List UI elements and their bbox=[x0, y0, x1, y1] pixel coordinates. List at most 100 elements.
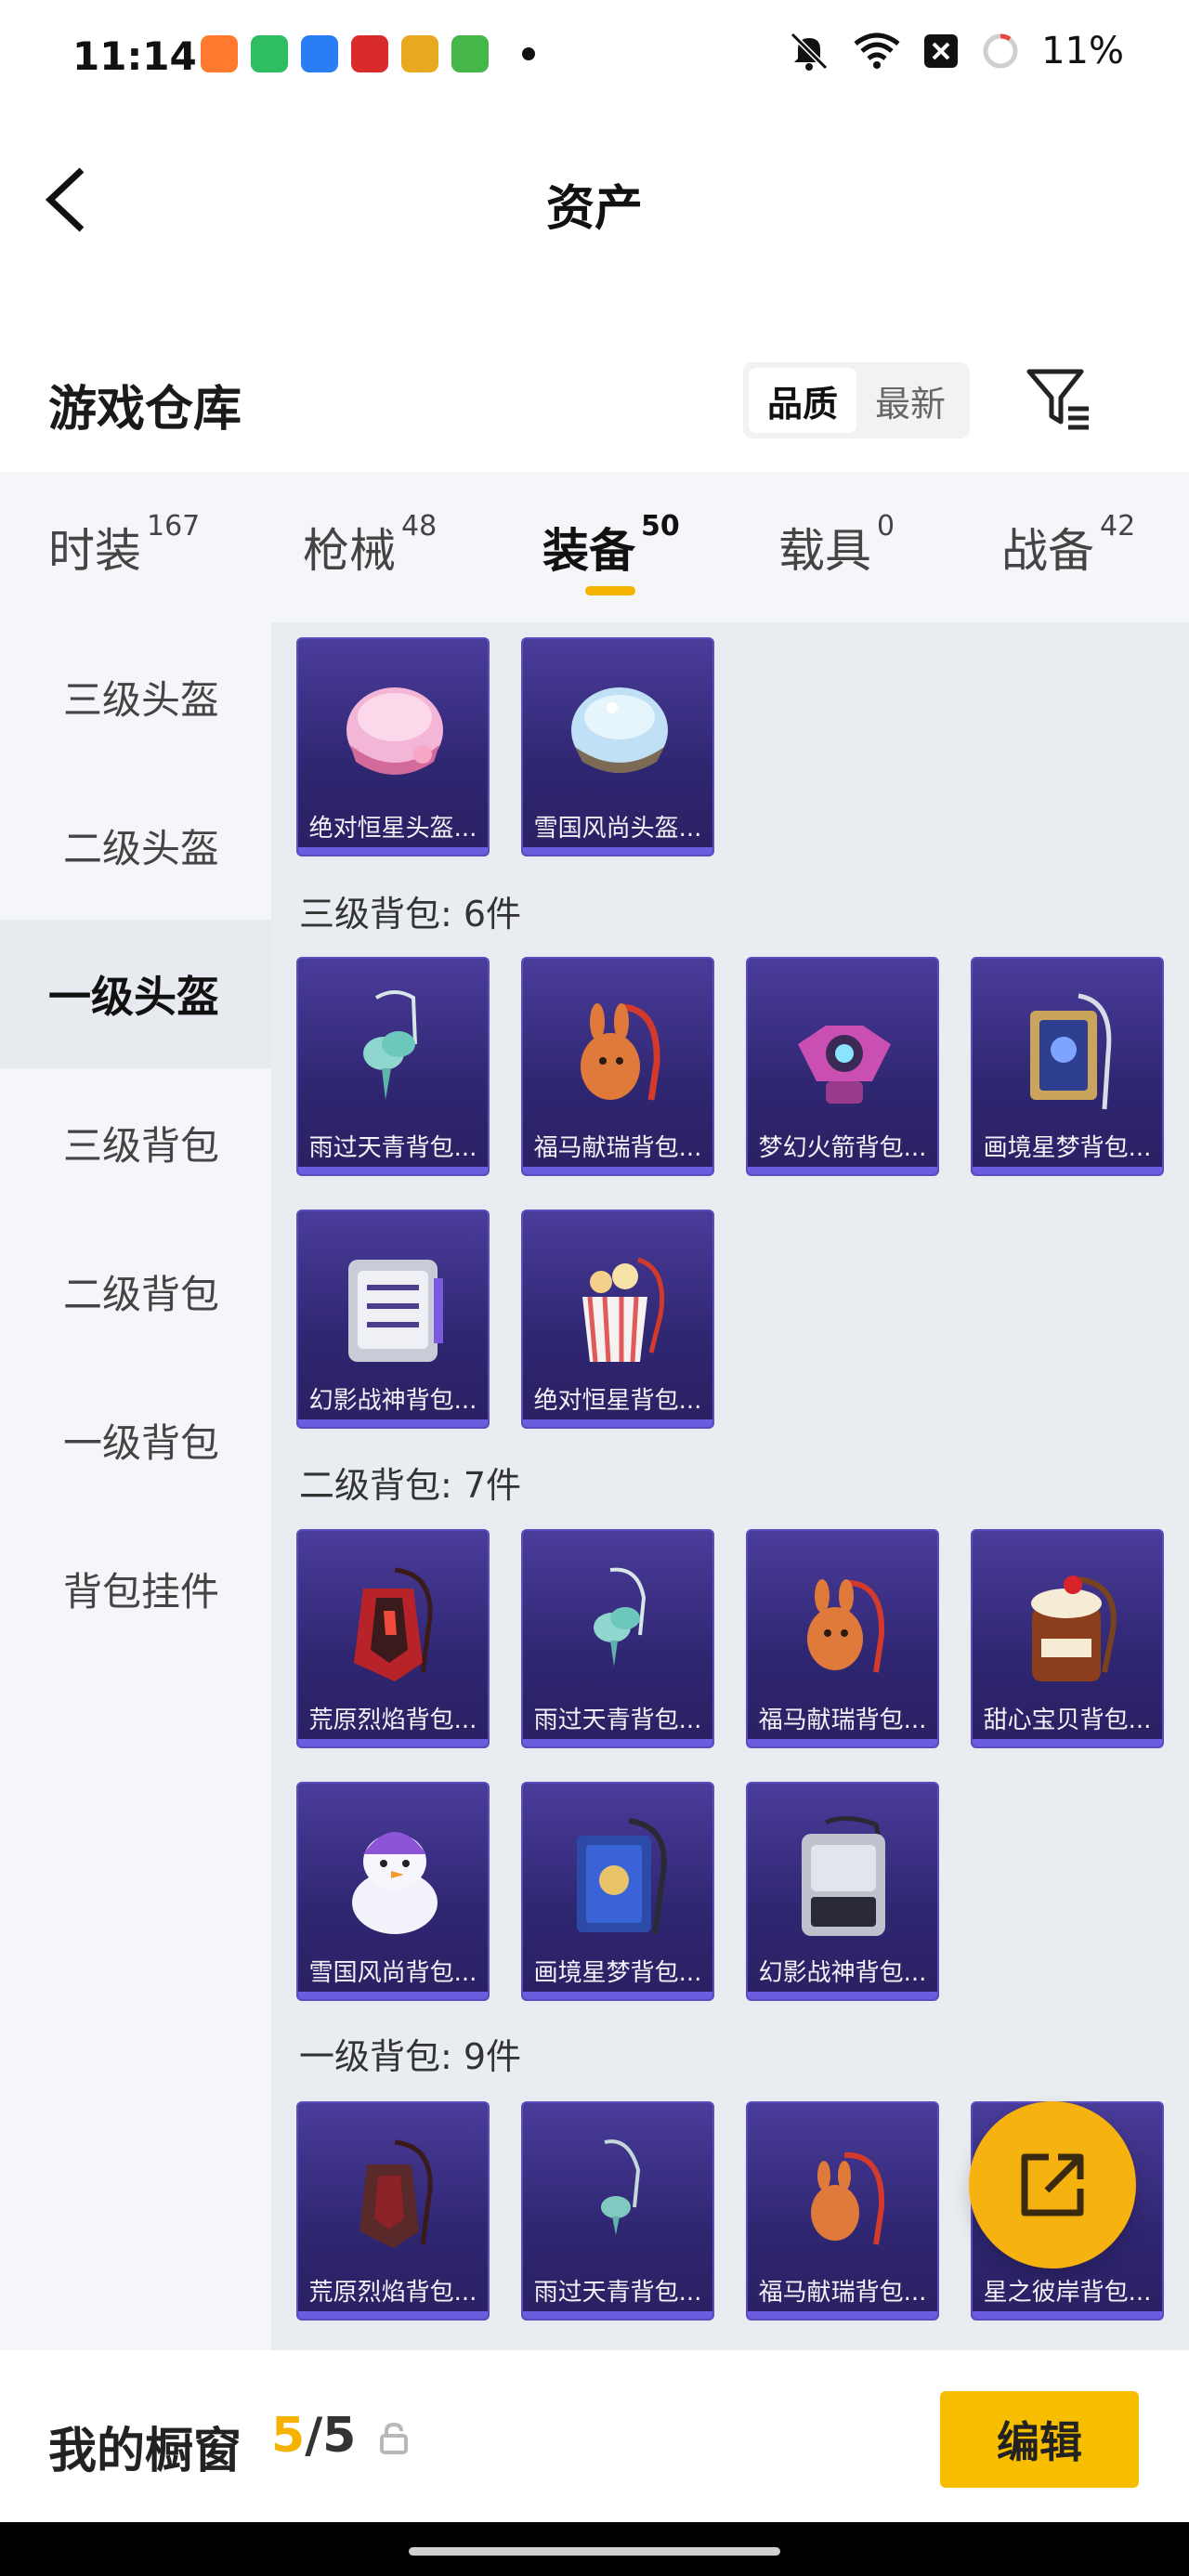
battery-icon bbox=[983, 33, 1018, 69]
sidebar-item-bag-pendant[interactable]: 背包挂件 bbox=[0, 1514, 271, 1663]
rarity-strip bbox=[748, 2311, 937, 2319]
item-name: 画境星梦背包... bbox=[533, 1959, 702, 1987]
rarity-strip bbox=[523, 1419, 712, 1427]
item-card[interactable]: 幻影战神背包... bbox=[746, 1782, 939, 2001]
item-card[interactable]: 荒原烈焰背包... bbox=[296, 1529, 490, 1748]
section-label-lvl3-bag: 三级背包: 6件 bbox=[299, 894, 522, 935]
sidebar-item-lvl3-helmet[interactable]: 三级头盔 bbox=[0, 622, 271, 771]
notification-app-icon bbox=[451, 35, 489, 72]
home-indicator[interactable] bbox=[409, 2547, 780, 2556]
item-card[interactable]: 荒原烈焰背包... bbox=[296, 2101, 490, 2321]
warehouse-title: 游戏仓库 bbox=[48, 382, 242, 438]
showcase-title: 我的橱窗 bbox=[48, 2424, 242, 2479]
item-name: 福马献瑞背包... bbox=[533, 1134, 702, 1162]
item-card[interactable]: 福马献瑞背包... bbox=[746, 1529, 939, 1748]
item-card[interactable]: 甜心宝贝背包... bbox=[971, 1529, 1164, 1748]
section-label-lvl1-bag: 一级背包: 9件 bbox=[299, 2036, 522, 2077]
rarity-strip bbox=[523, 1167, 712, 1174]
tab-label: 载具 bbox=[778, 524, 871, 578]
item-name: 荒原烈焰背包... bbox=[308, 1706, 477, 1734]
item-name: 幻影战神背包... bbox=[308, 1387, 477, 1415]
item-name: 雨过天青背包... bbox=[533, 1706, 702, 1734]
item-card[interactable]: 雨过天青背包... bbox=[521, 2101, 714, 2321]
item-name: 雨过天青背包... bbox=[308, 1134, 477, 1162]
rarity-strip bbox=[748, 1739, 937, 1746]
tab-count: 0 bbox=[877, 510, 895, 543]
item-card[interactable]: 画境星梦背包... bbox=[971, 957, 1164, 1176]
status-bar: 11:14 11% bbox=[0, 0, 1189, 111]
category-tabs: 时装 167 枪械 48 装备 50 载具 0 战备 42 bbox=[0, 472, 1189, 622]
item-card[interactable]: 绝对恒星背包... bbox=[521, 1210, 714, 1429]
rarity-strip bbox=[298, 1992, 488, 1999]
tab-count: 50 bbox=[641, 510, 680, 543]
item-card[interactable]: 雨过天青背包... bbox=[296, 957, 490, 1176]
item-card[interactable]: 雪国风尚背包... bbox=[296, 1782, 490, 2001]
filter-button[interactable] bbox=[1022, 362, 1096, 437]
showcase-bar: 我的橱窗 5/5 编辑 bbox=[0, 2350, 1189, 2522]
backpack-icon bbox=[577, 1818, 667, 1935]
notification-icons bbox=[201, 35, 535, 72]
item-name: 荒原烈焰背包... bbox=[308, 2279, 477, 2307]
item-card[interactable]: 雪国风尚头盔... bbox=[521, 637, 714, 856]
notification-app-icon bbox=[201, 35, 238, 72]
item-name: 福马献瑞背包... bbox=[758, 1706, 927, 1734]
item-name: 绝对恒星头盔... bbox=[308, 815, 477, 843]
sidebar-item-lvl2-bag[interactable]: 二级背包 bbox=[0, 1217, 271, 1366]
helmet-icon bbox=[571, 687, 668, 773]
share-fab-button[interactable] bbox=[969, 2101, 1136, 2269]
sidebar-item-lvl3-bag[interactable]: 三级背包 bbox=[0, 1068, 271, 1217]
tab-equipment[interactable]: 装备 50 bbox=[542, 510, 680, 581]
sim-icon bbox=[924, 34, 959, 68]
showcase-count-used: 5 bbox=[271, 2408, 306, 2464]
rarity-strip bbox=[523, 1739, 712, 1746]
sort-latest-button[interactable]: 最新 bbox=[856, 368, 964, 433]
backpack-icon bbox=[354, 1567, 433, 1681]
item-name: 雪国风尚头盔... bbox=[533, 815, 702, 843]
tab-label: 装备 bbox=[542, 524, 635, 578]
rarity-strip bbox=[973, 2311, 1162, 2319]
status-time: 11:14 bbox=[72, 33, 197, 79]
edit-button[interactable]: 编辑 bbox=[940, 2391, 1139, 2488]
lock-icon bbox=[379, 2422, 409, 2458]
tab-firearms[interactable]: 枪械 48 bbox=[303, 510, 437, 581]
backpack-icon bbox=[811, 2151, 885, 2245]
sort-quality-button[interactable]: 品质 bbox=[749, 368, 856, 433]
active-tab-indicator bbox=[585, 586, 635, 595]
item-name: 幻影战神背包... bbox=[758, 1959, 927, 1987]
item-name: 甜心宝贝背包... bbox=[983, 1706, 1152, 1734]
item-name: 梦幻火箭背包... bbox=[758, 1134, 927, 1162]
sidebar-item-lvl1-helmet[interactable]: 一级头盔 bbox=[0, 920, 271, 1068]
item-card[interactable]: 福马献瑞背包... bbox=[521, 957, 714, 1176]
notification-app-icon bbox=[351, 35, 388, 72]
showcase-count: 5/5 bbox=[271, 2408, 356, 2464]
battery-percent: 11% bbox=[1041, 30, 1124, 72]
external-link-icon bbox=[1021, 2153, 1084, 2216]
rarity-strip bbox=[298, 847, 488, 855]
tab-fashion[interactable]: 时装 167 bbox=[48, 510, 200, 581]
item-name: 星之彼岸背包... bbox=[983, 2279, 1152, 2307]
item-card[interactable]: 绝对恒星头盔... bbox=[296, 637, 490, 856]
sidebar-item-lvl1-bag[interactable]: 一级背包 bbox=[0, 1366, 271, 1514]
warehouse-header: 游戏仓库 品质 最新 bbox=[0, 334, 1189, 464]
backpack-icon bbox=[594, 1567, 647, 1667]
filter-icon bbox=[1026, 369, 1089, 430]
item-card[interactable]: 雨过天青背包... bbox=[521, 1529, 714, 1748]
section-label-lvl2-bag: 二级背包: 7件 bbox=[299, 1465, 522, 1506]
backpack-icon bbox=[581, 1003, 660, 1101]
backpack-icon bbox=[807, 1579, 885, 1673]
page-title: 资产 bbox=[545, 181, 643, 237]
rarity-strip bbox=[748, 1992, 937, 1999]
backpack-icon bbox=[363, 990, 417, 1100]
backpack-icon bbox=[1031, 1576, 1117, 1681]
item-card[interactable]: 幻影战神背包... bbox=[296, 1210, 490, 1429]
tab-label: 时装 bbox=[48, 524, 141, 578]
item-card[interactable]: 福马献瑞背包... bbox=[746, 2101, 939, 2321]
tab-vehicles[interactable]: 载具 0 bbox=[778, 510, 895, 581]
tab-combat-gear[interactable]: 战备 42 bbox=[1001, 510, 1135, 581]
more-notifications-dot bbox=[522, 47, 535, 60]
tab-label: 枪械 bbox=[303, 524, 396, 578]
backpack-icon bbox=[352, 1832, 438, 1934]
item-card[interactable]: 梦幻火箭背包... bbox=[746, 957, 939, 1176]
sidebar-item-lvl2-helmet[interactable]: 二级头盔 bbox=[0, 771, 271, 920]
item-card[interactable]: 画境星梦背包... bbox=[521, 1782, 714, 2001]
